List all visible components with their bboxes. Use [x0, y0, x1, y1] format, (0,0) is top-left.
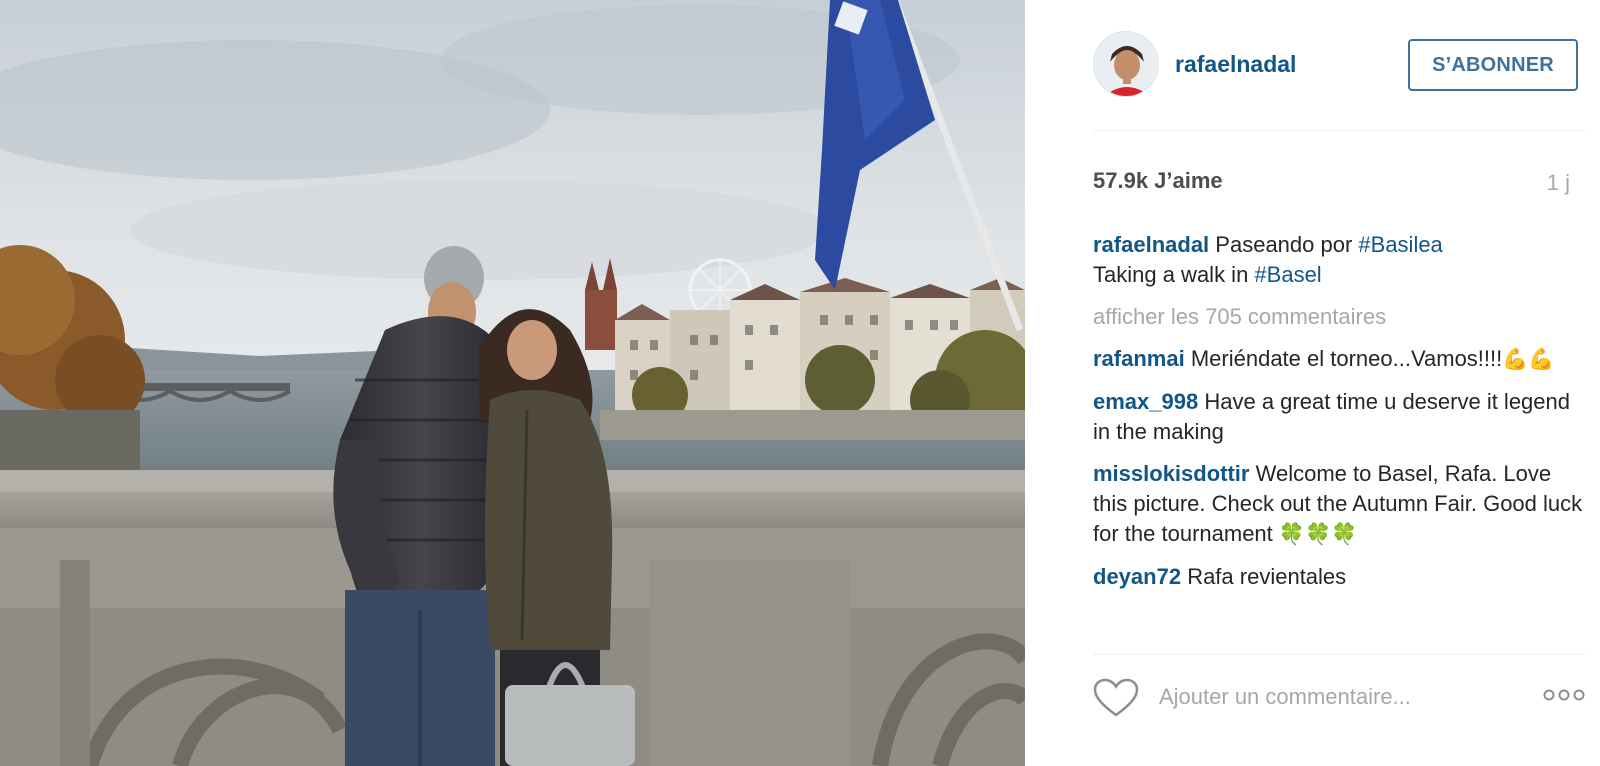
comments-divider: [1093, 654, 1585, 655]
avatar[interactable]: [1093, 31, 1159, 97]
four-leaf-clover-emoji: 🍀🍀🍀: [1278, 523, 1358, 546]
comment-item: rafanmai Meriéndate el torneo...Vamos!!!…: [1093, 344, 1588, 375]
comment-text: Meriéndate el torneo...Vamos!!!!: [1190, 346, 1503, 371]
comments-list: rafaelnadal Paseando por #Basilea Taking…: [1093, 230, 1588, 655]
comment-username[interactable]: emax_998: [1093, 389, 1198, 414]
header-divider: [1093, 130, 1585, 131]
hashtag-basilea[interactable]: #Basilea: [1358, 232, 1442, 257]
view-all-comments-link[interactable]: afficher les 705 commentaires: [1093, 302, 1588, 332]
post-author-username[interactable]: rafaelnadal: [1175, 51, 1296, 78]
caption-text-1: Paseando por: [1215, 232, 1359, 257]
likes-count[interactable]: 57.9k J’aime: [1093, 168, 1223, 194]
comment-item: emax_998 Have a great time u deserve it …: [1093, 387, 1588, 447]
post-age[interactable]: 1 j: [1547, 170, 1570, 196]
caption-username[interactable]: rafaelnadal: [1093, 232, 1209, 257]
follow-button[interactable]: S’ABONNER: [1408, 39, 1578, 91]
comment-username[interactable]: rafanmai: [1093, 346, 1185, 371]
post-side-panel: rafaelnadal S’ABONNER 57.9k J’aime 1 j r…: [1025, 0, 1600, 766]
comment-username[interactable]: deyan72: [1093, 564, 1181, 589]
comment-item: misslokisdottir Welcome to Basel, Rafa. …: [1093, 459, 1588, 550]
more-options-icon[interactable]: [1543, 688, 1585, 706]
hashtag-basel[interactable]: #Basel: [1254, 262, 1321, 287]
caption-text-2: Taking a walk in: [1093, 262, 1255, 287]
comment-item: deyan72 Rafa revientales: [1093, 562, 1588, 592]
add-comment-input[interactable]: [1159, 680, 1499, 714]
caption: rafaelnadal Paseando por #Basilea Taking…: [1093, 230, 1588, 290]
comment-username[interactable]: misslokisdottir: [1093, 461, 1249, 486]
add-comment-row: [1093, 676, 1585, 720]
heart-icon[interactable]: [1093, 678, 1139, 723]
comment-text: Rafa revientales: [1187, 564, 1347, 589]
post-photo[interactable]: [0, 0, 1025, 766]
flexed-biceps-emoji: 💪💪: [1502, 348, 1555, 371]
post-header: rafaelnadal S’ABONNER: [1065, 31, 1583, 99]
